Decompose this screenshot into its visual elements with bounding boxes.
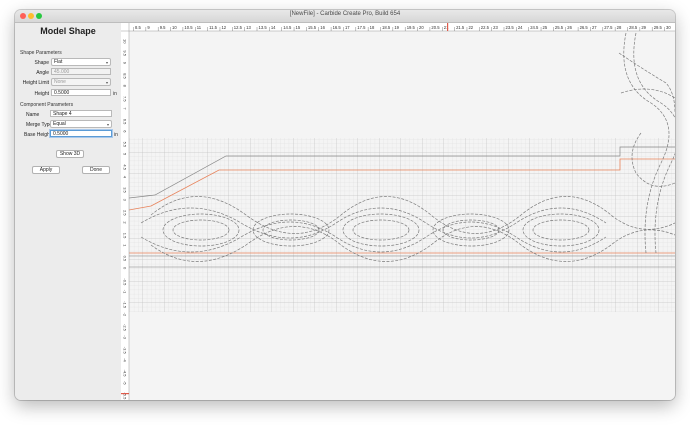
ruler-top-label: 15.5 — [308, 25, 317, 30]
base-height-value: 0.5000 — [53, 131, 69, 137]
window-title: [NewFile] - Carbide Create Pro, Build 65… — [289, 11, 401, 17]
ruler-left-label: -2.5 — [123, 324, 128, 332]
merge-type-value: Equal — [53, 121, 66, 127]
ruler-top-label: 13.5 — [259, 25, 268, 30]
show-3d-button[interactable]: Show 3D — [56, 150, 84, 158]
height-field[interactable]: 0.5000 — [51, 89, 111, 96]
angle-value: 45.000 — [54, 69, 70, 75]
canvas-svg[interactable]: 8.5 9 9.5 10 10.5 11 11.5 12 12.5 13 13.5 14 14.5 15 1… — [121, 23, 675, 400]
ruler-top-label: 8.5 — [135, 25, 141, 30]
chevron-down-icon: ▾ — [105, 60, 108, 65]
ruler-top-label: 28 — [617, 25, 622, 30]
ruler-top-label: 15 — [296, 25, 301, 30]
ruler-left-label: 6.5 — [123, 119, 128, 125]
ruler-position-marker — [447, 23, 449, 31]
ruler-top-label: 10 — [172, 25, 177, 30]
ruler-left-label: 10 — [123, 39, 128, 44]
ruler-left-label: -1.5 — [123, 301, 128, 309]
name-value: Shape 4 — [53, 111, 72, 117]
chevron-down-icon: ▾ — [105, 80, 108, 85]
ruler-left-label: 0.5 — [123, 256, 128, 262]
height-value: 0.5000 — [54, 90, 70, 96]
ruler-left-label: 3.5 — [123, 187, 128, 193]
ruler-top-label: 27 — [592, 25, 597, 30]
ruler-top-label: 24.5 — [530, 25, 539, 30]
panel-title: Model Shape — [40, 26, 96, 36]
ruler-left-label: -0.5 — [123, 278, 128, 286]
ruler-top-label: 12 — [221, 25, 226, 30]
ruler-top-label: 24 — [518, 25, 523, 30]
ruler-top-label: 26 — [567, 25, 572, 30]
height-limit-value: None — [54, 79, 66, 85]
name-field[interactable]: Shape 4 — [50, 110, 112, 117]
ruler-left-label: 8.5 — [123, 73, 128, 79]
ruler-top-label: 21 — [444, 25, 449, 30]
ruler-top-label: 19.5 — [407, 25, 416, 30]
ruler-left-label: 4.5 — [123, 164, 128, 170]
ruler-top-label: 22 — [468, 25, 473, 30]
ruler-top-label: 11 — [197, 25, 202, 30]
ruler-top-label: 28.5 — [629, 25, 638, 30]
title-bar: [NewFile] - Carbide Create Pro, Build 65… — [15, 10, 675, 23]
ruler-top-label: 20 — [419, 25, 424, 30]
ruler-left-label: 5.5 — [123, 142, 128, 148]
height-label: Height — [34, 91, 49, 97]
ruler-top-label: 27.5 — [604, 25, 613, 30]
ruler-top-label: 12.5 — [234, 25, 243, 30]
ruler-top-label: 29.5 — [654, 25, 663, 30]
ruler-top-label: 23 — [493, 25, 498, 30]
ruler-top-label: 18 — [370, 25, 375, 30]
shape-label: Shape — [34, 60, 49, 66]
ruler-top-label: 22.5 — [481, 25, 490, 30]
ruler-top-label: 23.5 — [506, 25, 515, 30]
ruler-left-label: 2.5 — [123, 210, 128, 216]
base-height-label: Base Height — [24, 132, 52, 138]
ruler-left-label: -4.5 — [123, 370, 128, 378]
component-parameters-heading: Component Parameters — [20, 102, 74, 108]
name-label: Name — [26, 112, 40, 118]
height-limit-label: Height Limit — [22, 80, 49, 86]
base-height-field[interactable]: 0.5000 — [50, 130, 112, 137]
app-window: [NewFile] - Carbide Create Pro, Build 65… — [15, 10, 675, 400]
chevron-down-icon: ▾ — [106, 122, 109, 127]
ruler-top-label: 14 — [271, 25, 276, 30]
angle-field: 45.000 — [51, 68, 111, 75]
base-height-unit: in — [114, 132, 118, 138]
ruler-top-label: 26.5 — [580, 25, 589, 30]
merge-type-select[interactable]: Equal ▾ — [50, 120, 112, 128]
merge-type-label: Merge Type — [26, 122, 53, 128]
shape-select[interactable]: Flat ▾ — [51, 58, 111, 66]
ruler-top-label: 16 — [320, 25, 325, 30]
ruler-top-label: 25 — [543, 25, 548, 30]
model-shape-panel: Model Shape Shape Parameters Shape Flat … — [15, 23, 121, 400]
ruler-top-label: 29 — [641, 25, 646, 30]
ruler-top-label: 20.5 — [431, 25, 440, 30]
ruler-top-label: 17.5 — [357, 25, 366, 30]
angle-label: Angle — [36, 70, 49, 76]
ruler-top-label: 21.5 — [456, 25, 465, 30]
done-button[interactable]: Done — [82, 166, 110, 174]
design-canvas[interactable]: 8.5 9 9.5 10 10.5 11 11.5 12 12.5 13 13.5 14 14.5 15 1… — [121, 23, 675, 400]
height-limit-select: None ▾ — [51, 78, 111, 86]
ruler-left-label: 7.5 — [123, 96, 128, 102]
ruler-top-label: 9.5 — [160, 25, 166, 30]
apply-button[interactable]: Apply — [32, 166, 60, 174]
ruler-top-label: 11.5 — [209, 25, 218, 30]
ruler-left-label: 9.5 — [123, 50, 128, 56]
ruler-top-label: 10.5 — [184, 25, 193, 30]
ruler-top-label: 13 — [246, 25, 251, 30]
ruler-left-label: 1.5 — [123, 233, 128, 239]
ruler-top-label: 16.5 — [333, 25, 342, 30]
shape-select-value: Flat — [54, 59, 63, 65]
ruler-top-label: 18.5 — [382, 25, 391, 30]
height-unit: in — [113, 91, 117, 97]
ruler-top-label: 30 — [666, 25, 671, 30]
ruler-top-label: 14.5 — [283, 25, 292, 30]
ruler-top-label: 17 — [345, 25, 350, 30]
ruler-top-label: 25.5 — [555, 25, 564, 30]
ruler-left-label: -3.5 — [123, 347, 128, 355]
shape-parameters-heading: Shape Parameters — [20, 50, 62, 56]
ruler-top-label: 19 — [394, 25, 399, 30]
ruler-position-marker-vertical — [121, 393, 129, 395]
